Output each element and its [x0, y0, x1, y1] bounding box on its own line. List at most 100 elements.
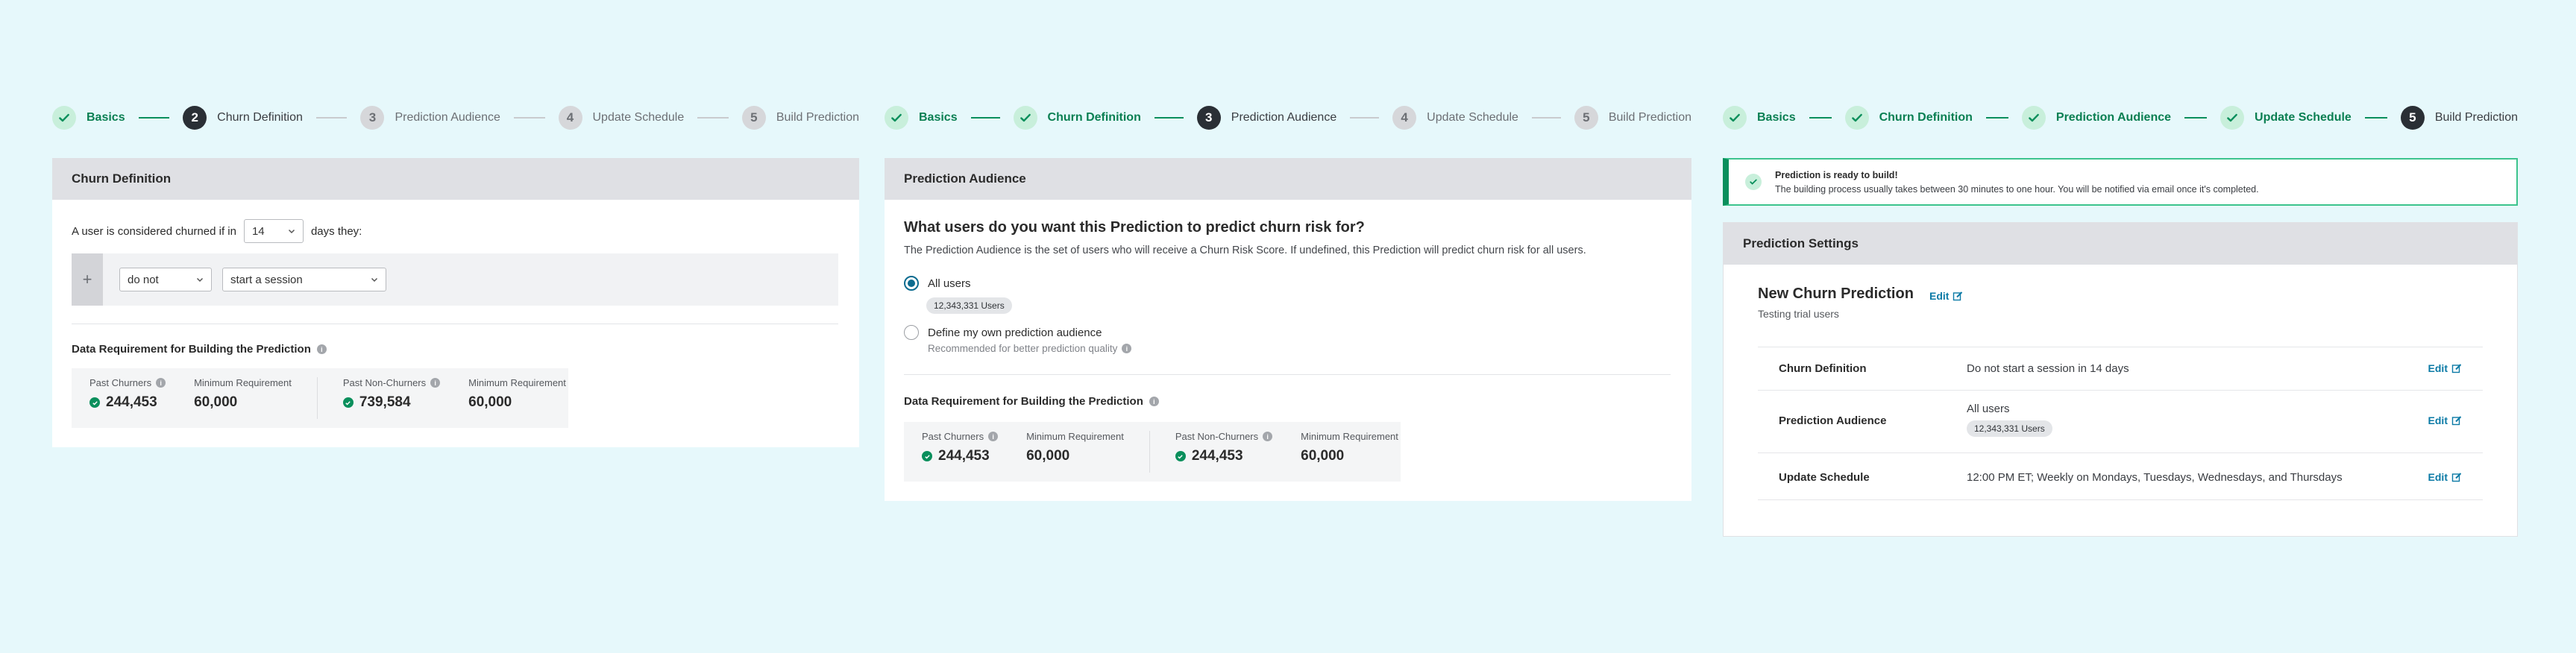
step-build-prediction[interactable]: 5 Build Prediction — [741, 106, 860, 130]
stat-label: Minimum Requirement — [468, 377, 566, 388]
check-icon — [89, 397, 100, 408]
step-update-schedule[interactable]: Update Schedule — [2220, 106, 2352, 130]
step-churn-definition[interactable]: 2 Churn Definition — [183, 106, 303, 130]
check-icon — [1844, 106, 1869, 130]
check-icon — [1175, 451, 1186, 461]
step-basics[interactable]: Basics — [52, 106, 125, 130]
stepper: Basics 2 Churn Definition 3 Prediction A… — [52, 104, 859, 131]
stat-value: 244,453 — [1191, 448, 1243, 464]
data-requirement-title: Data Requirement for Building the Predic… — [72, 343, 327, 356]
step-label: Prediction Audience — [1231, 111, 1337, 124]
audience-description: The Prediction Audience is the set of us… — [904, 245, 1586, 256]
edit-prediction-audience-link[interactable]: Edit — [2428, 414, 2462, 426]
prediction-audience-card: Prediction Audience What users do you wa… — [885, 158, 1691, 501]
step-connector — [138, 117, 170, 119]
info-icon[interactable]: i — [430, 378, 441, 388]
step-churn-definition[interactable]: Churn Definition — [1013, 106, 1141, 130]
step-prediction-audience[interactable]: 3 Prediction Audience — [1196, 106, 1337, 130]
edit-icon — [1953, 291, 1963, 301]
stat-label: Past Churners — [89, 377, 152, 388]
condition-select[interactable]: do not — [119, 268, 212, 291]
step-connector — [697, 117, 729, 119]
wizard-panel-build-prediction: Basics Churn Definition Prediction Audie… — [1723, 0, 2518, 653]
step-connector — [513, 117, 545, 119]
radio-define-audience[interactable]: Define my own prediction audience — [904, 325, 1102, 340]
step-churn-definition[interactable]: Churn Definition — [1844, 106, 1973, 130]
step-update-schedule[interactable]: 4 Update Schedule — [558, 106, 685, 130]
row-label: Update Schedule — [1779, 471, 1870, 484]
step-label: Update Schedule — [592, 111, 685, 124]
step-update-schedule[interactable]: 4 Update Schedule — [1392, 106, 1518, 130]
radio-button[interactable] — [904, 325, 919, 340]
churn-definition-card: Churn Definition A user is considered ch… — [52, 158, 859, 447]
hint-text: Recommended for better prediction qualit… — [928, 343, 1118, 354]
stat-value: 60,000 — [468, 394, 512, 410]
step-basics[interactable]: Basics — [885, 106, 958, 130]
step-number: 5 — [2400, 106, 2425, 130]
data-requirement-text: Data Requirement for Building the Predic… — [904, 395, 1143, 408]
stat-value: 244,453 — [106, 394, 157, 410]
stat-label: Past Non-Churners — [1175, 431, 1259, 442]
step-build-prediction[interactable]: 5 Build Prediction — [2400, 106, 2518, 130]
check-icon — [52, 106, 76, 130]
stat-past-non-churners: Past Non-Churners i 244,453 — [1175, 431, 1273, 482]
stat-label: Minimum Requirement — [194, 377, 292, 388]
info-icon[interactable]: i — [1149, 397, 1159, 406]
plus-icon[interactable]: + — [72, 253, 103, 306]
edit-label: Edit — [2428, 471, 2448, 483]
info-icon[interactable]: i — [156, 378, 166, 388]
edit-update-schedule-link[interactable]: Edit — [2428, 471, 2462, 483]
step-connector — [1350, 117, 1380, 119]
churn-prefix-text: A user is considered churned if in — [72, 224, 236, 238]
row-label: Churn Definition — [1779, 362, 1867, 375]
step-label: Basics — [1757, 111, 1796, 124]
settings-row-update-schedule: Update Schedule 12:00 PM ET; Weekly on M… — [1758, 452, 2483, 500]
step-label: Churn Definition — [217, 111, 303, 124]
stat-past-churners: Past Churners i 244,453 — [89, 377, 166, 428]
check-icon — [342, 397, 354, 408]
step-build-prediction[interactable]: 5 Build Prediction — [1574, 106, 1691, 130]
days-select[interactable]: 14 — [243, 219, 304, 243]
audience-question: What users do you want this Prediction t… — [904, 219, 1365, 236]
row-value: Do not start a session in 14 days — [1967, 362, 2129, 375]
stat-value: 244,453 — [938, 448, 990, 464]
step-label: Build Prediction — [776, 111, 860, 124]
step-basics[interactable]: Basics — [1723, 106, 1796, 130]
edit-churn-definition-link[interactable]: Edit — [2428, 362, 2462, 374]
chevron-down-icon — [288, 229, 295, 234]
check-icon — [922, 451, 932, 461]
days-value: 14 — [251, 224, 265, 238]
stat-divider — [316, 377, 318, 419]
churn-condition-box: + do not start a session — [72, 253, 838, 306]
stat-label: Past Non-Churners — [342, 377, 427, 388]
stat-label: Minimum Requirement — [1301, 431, 1398, 442]
data-requirement-title: Data Requirement for Building the Predic… — [904, 395, 1159, 408]
radio-label: All users — [928, 277, 971, 290]
stat-value: 60,000 — [1301, 448, 1345, 464]
step-prediction-audience[interactable]: Prediction Audience — [2021, 106, 2171, 130]
step-number: 2 — [183, 106, 207, 130]
stat-divider — [1149, 431, 1150, 473]
info-icon[interactable]: i — [1122, 344, 1132, 353]
info-icon[interactable]: i — [316, 344, 327, 354]
stepper: Basics Churn Definition 3 Prediction Aud… — [885, 104, 1691, 131]
step-label: Prediction Audience — [395, 111, 500, 124]
action-select[interactable]: start a session — [222, 268, 386, 291]
step-label: Basics — [919, 111, 958, 124]
step-prediction-audience[interactable]: 3 Prediction Audience — [360, 106, 500, 130]
settings-row-prediction-audience: Prediction Audience All users 12,343,331… — [1758, 390, 2483, 452]
check-icon — [1013, 106, 1037, 130]
step-label: Churn Definition — [1047, 111, 1141, 124]
step-connector — [315, 117, 348, 119]
edit-label: Edit — [2428, 414, 2448, 426]
prediction-settings-card: Prediction Settings New Churn Prediction… — [1723, 222, 2518, 537]
info-icon[interactable]: i — [988, 432, 999, 441]
step-label: Churn Definition — [1879, 111, 1973, 124]
divider — [904, 374, 1671, 375]
radio-button[interactable] — [904, 276, 919, 291]
data-requirement-text: Data Requirement for Building the Predic… — [72, 343, 311, 356]
radio-all-users[interactable]: All users — [904, 276, 971, 291]
info-icon[interactable]: i — [1263, 432, 1273, 441]
edit-basics-link[interactable]: Edit — [1929, 290, 1963, 302]
step-label: Build Prediction — [2434, 111, 2518, 124]
